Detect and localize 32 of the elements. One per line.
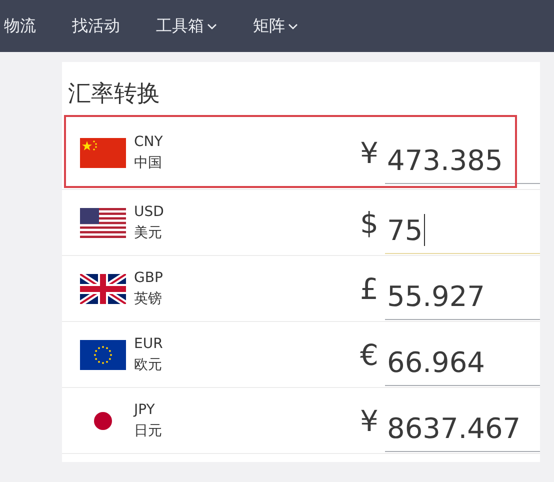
currency-symbol: ¥ — [360, 136, 380, 170]
nav-item[interactable]: 工具箱 — [156, 16, 217, 36]
text-cursor — [424, 214, 426, 246]
amount-field[interactable]: 8637.467 — [385, 408, 540, 452]
currency-name: 中国 — [134, 154, 163, 172]
currency-code: CNY — [134, 134, 164, 150]
us-flag-icon — [80, 208, 126, 238]
currency-code: EUR — [134, 336, 164, 352]
chevron-down-icon — [288, 22, 298, 30]
currency-symbol: ¥ — [360, 404, 380, 438]
nav-item[interactable]: 矩阵 — [253, 16, 298, 36]
amount-field[interactable]: 55.927 — [385, 276, 540, 320]
amount-field[interactable]: 473.385 — [385, 140, 540, 184]
currency-symbol: € — [360, 338, 380, 372]
currency-code: GBP — [134, 270, 164, 286]
amount-field[interactable]: 66.964 — [385, 342, 540, 386]
currency-code: JPY — [134, 402, 156, 418]
currency-name: 欧元 — [134, 356, 163, 374]
currency-name: 日元 — [134, 422, 163, 440]
currency-code: USD — [134, 204, 165, 220]
chevron-down-icon — [207, 22, 217, 30]
nav-item[interactable]: 找活动 — [72, 16, 120, 36]
amount-field[interactable]: 75 — [385, 210, 540, 254]
currency-name: 美元 — [134, 224, 163, 242]
eu-flag-icon — [80, 340, 126, 370]
card-title: 汇率转换 — [68, 80, 161, 109]
currency-name: 英镑 — [134, 290, 163, 308]
currency-symbol: $ — [360, 206, 380, 240]
currency-symbol: £ — [360, 272, 380, 306]
china-flag-icon — [80, 138, 126, 168]
uk-flag-icon — [80, 274, 126, 304]
nav-item[interactable]: 物流 — [4, 16, 36, 36]
